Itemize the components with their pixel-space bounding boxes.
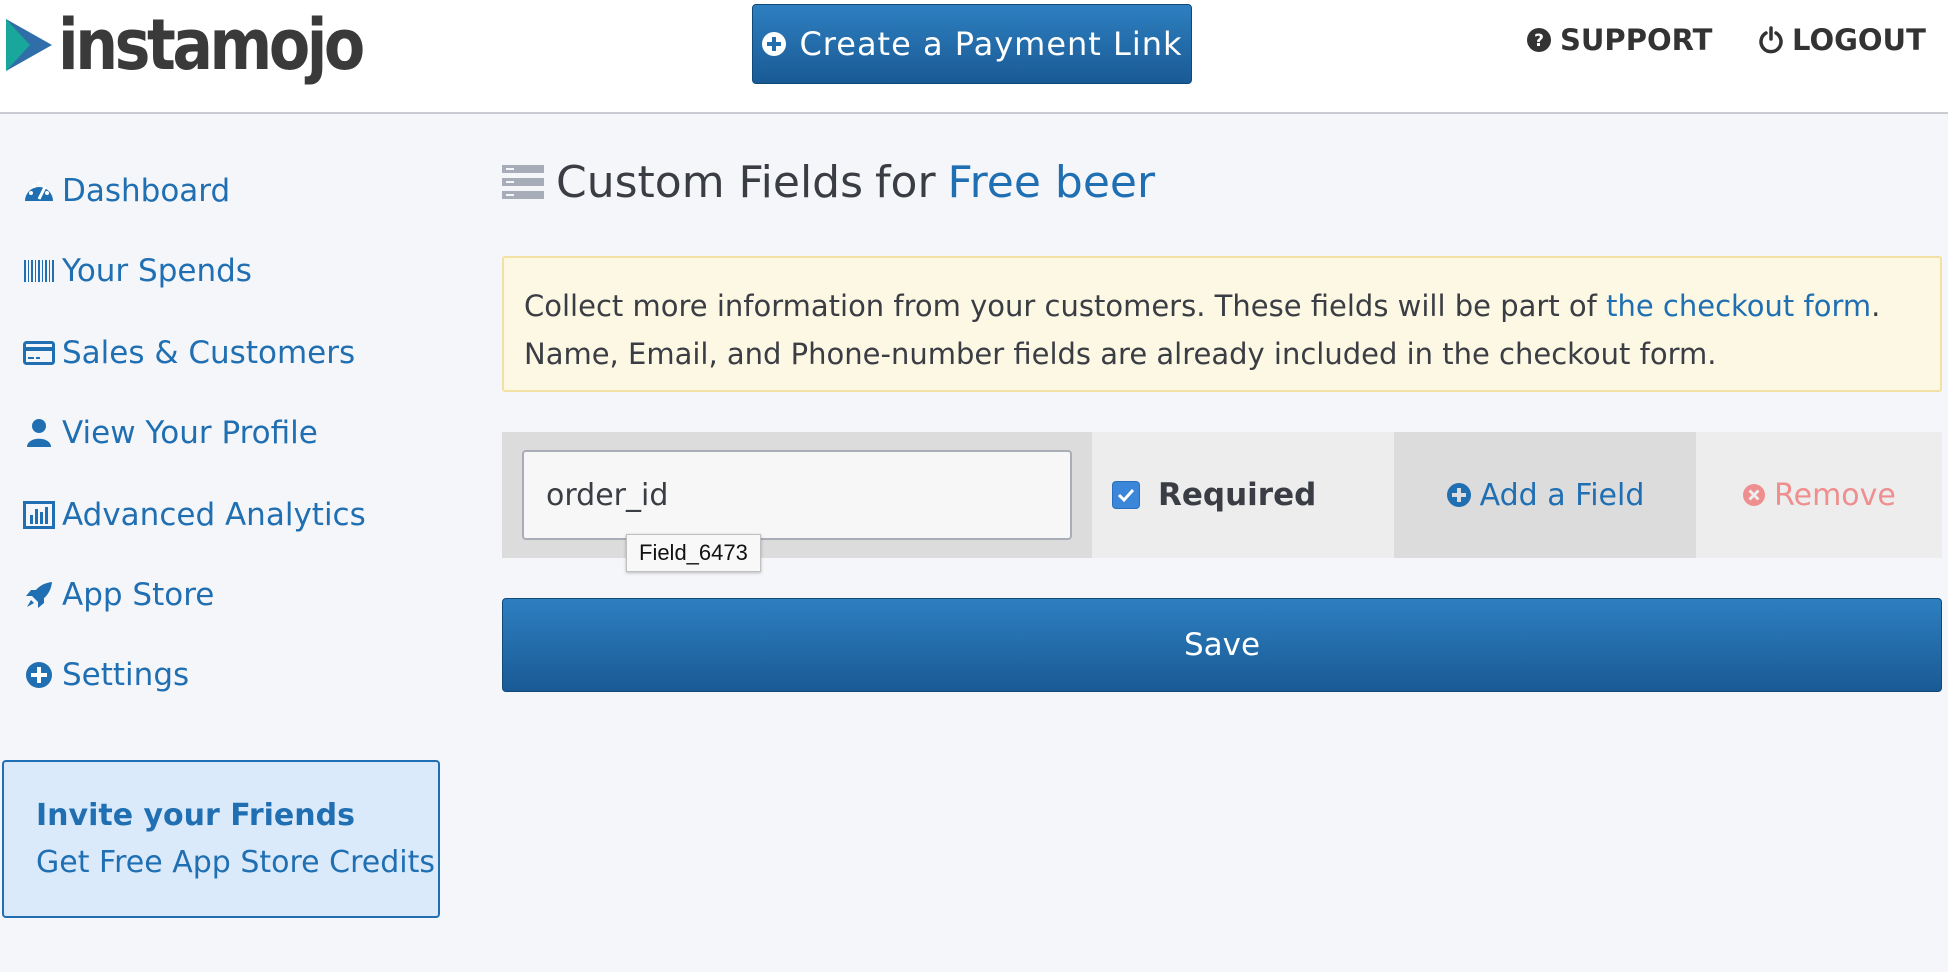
user-icon [22,416,56,450]
info-line-1: Collect more information from your custo… [524,282,1940,330]
required-checkbox[interactable] [1112,481,1140,509]
instamojo-logo[interactable]: instamojo [4,4,411,86]
logout-link[interactable]: LOGOUT [1758,18,1926,62]
sidebar-item-label: Advanced Analytics [62,497,366,533]
required-cell: Required [1092,432,1394,558]
invite-title: Invite your Friends [36,798,355,833]
remove-field-button[interactable]: Remove [1696,432,1942,558]
save-button[interactable]: Save [502,598,1942,692]
top-navbar: instamojo Create a Payment Link ? SUPPOR… [0,0,1948,114]
sidebar-item-label: Your Spends [62,253,252,289]
list-icon [502,165,544,199]
info-line-2: Name, Email, and Phone-number fields are… [524,337,1717,371]
add-field-button[interactable]: Add a Field [1394,432,1696,558]
checkout-form-link[interactable]: the checkout form [1606,289,1871,323]
sidebar-item-label: Dashboard [62,173,231,209]
page-title: Custom Fields for Free beer [502,152,1155,212]
invite-subtitle: Get Free App Store Credits [36,845,436,880]
add-field-label: Add a Field [1479,477,1645,513]
field-name-input[interactable] [522,450,1072,540]
rocket-icon [22,578,56,612]
plus-circle-icon [1446,483,1471,507]
dashboard-icon [22,174,56,208]
info-alert: Collect more information from your custo… [502,256,1942,392]
invite-friends-box[interactable]: Invite your Friends Get Free App Store C… [2,760,440,918]
bar-chart-icon [22,498,56,532]
page-title-text: Custom Fields [556,156,864,208]
sidebar-item-view-profile[interactable]: View Your Profile [22,408,318,458]
sidebar-item-app-store[interactable]: App Store [22,570,214,620]
sidebar-item-advanced-analytics[interactable]: Advanced Analytics [22,490,366,540]
checkmark-icon [1117,488,1135,503]
close-circle-icon [1743,484,1766,506]
sidebar-item-label: App Store [62,577,215,613]
field-tooltip: Field_6473 [626,534,761,572]
sidebar-item-label: View Your Profile [62,415,318,451]
create-payment-link-label: Create a Payment Link [799,25,1183,63]
plus-circle-icon [22,658,56,692]
support-link[interactable]: ? SUPPORT [1526,18,1712,62]
info-text-end: . [1871,289,1881,323]
instamojo-logo-icon [6,19,52,71]
page-title-for: for [875,156,936,208]
required-label[interactable]: Required [1158,477,1316,513]
power-icon [1759,26,1783,54]
sidebar-item-sales-customers[interactable]: Sales & Customers [22,328,355,378]
svg-text:?: ? [1534,31,1544,51]
sidebar-item-label: Sales & Customers [62,335,356,371]
save-label: Save [1183,627,1261,663]
logout-label: LOGOUT [1792,23,1926,57]
field-name-cell: Field_6473 [502,432,1092,572]
credit-card-icon [22,336,56,370]
sidebar-item-your-spends[interactable]: Your Spends [22,246,252,296]
plus-circle-icon [762,32,787,56]
support-label: SUPPORT [1560,23,1713,57]
barcode-icon [22,254,56,288]
custom-field-row: Field_6473 Required Add a Field [502,432,1942,572]
sidebar-item-label: Settings [62,657,190,693]
remove-label: Remove [1774,477,1896,513]
sidebar-item-settings[interactable]: Settings [22,650,189,700]
logo-text: instamojo [58,4,365,86]
info-text: Collect more information from your custo… [524,289,1607,323]
question-circle-icon: ? [1527,28,1551,52]
sidebar-item-dashboard[interactable]: Dashboard [22,166,230,216]
create-payment-link-button[interactable]: Create a Payment Link [752,4,1192,84]
product-name-link[interactable]: Free beer [948,157,1156,208]
